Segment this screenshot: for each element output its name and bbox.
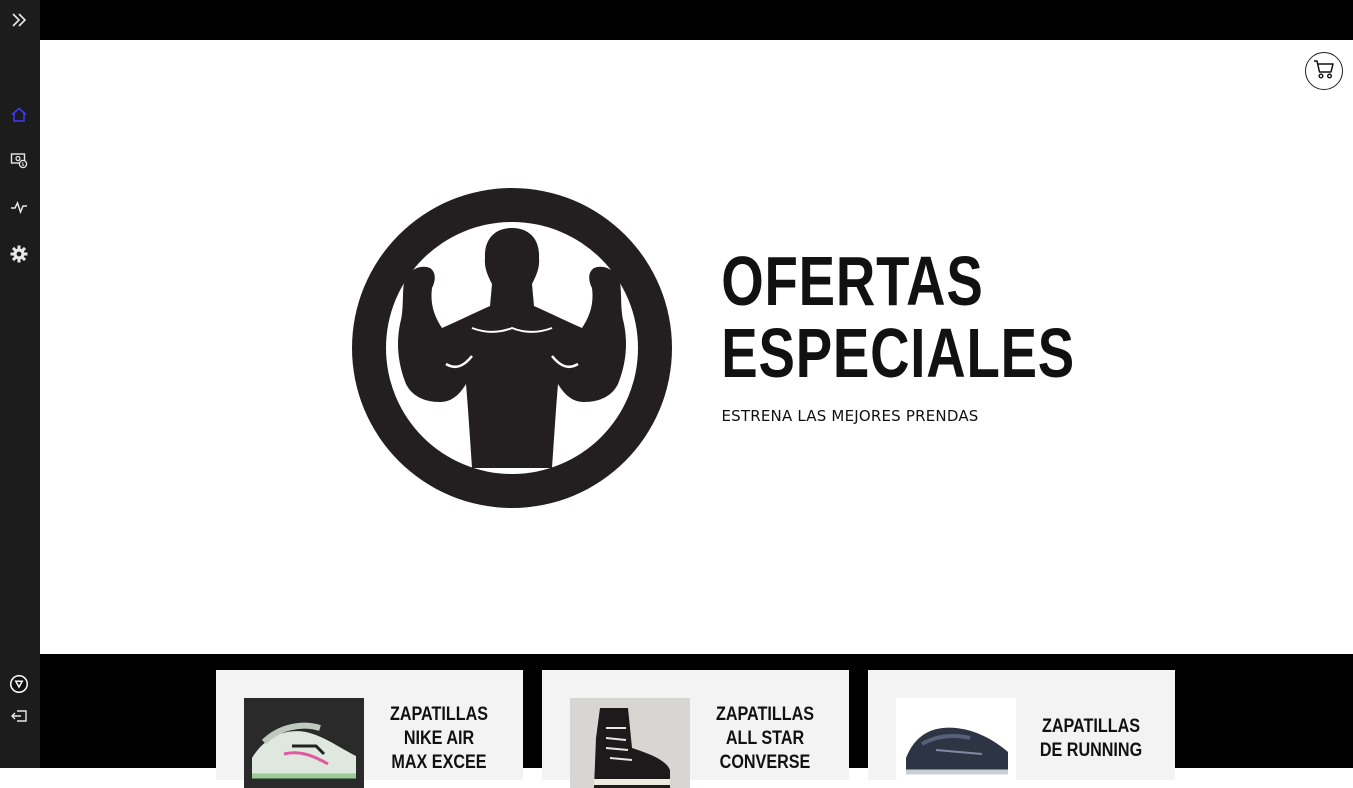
cart-icon [1313,58,1335,85]
cart-button[interactable] [1305,52,1343,90]
home-icon[interactable] [8,104,30,126]
product-image [570,698,690,788]
product-card[interactable]: ZAPATILLAS DE RUNNING [868,670,1175,788]
hero-title-line2: ESPECIALES [721,314,1075,392]
hero-title-line1: OFERTAS [721,242,984,320]
money-icon[interactable]: $ [8,149,30,171]
product-name: ZAPATILLAS NIKE AIR MAX EXCEE [389,704,489,773]
product-card[interactable]: ZAPATILLAS NIKE AIR MAX EXCEE [216,670,523,788]
hero-title: OFERTAS ESPECIALES [685,242,1075,392]
hero-banner: OFERTAS ESPECIALES ESTRENA LAS MEJORES P… [40,40,1353,654]
double-chevron-right-icon[interactable] [8,9,30,31]
product-image [896,698,1016,788]
sidebar: $ [0,0,40,768]
top-bar [40,0,1353,40]
product-image [244,698,364,788]
product-name: ZAPATILLAS ALL STAR CONVERSE [715,704,815,773]
bodybuilder-logo [352,188,672,508]
product-name: ZAPATILLAS DE RUNNING [1039,716,1143,761]
activity-icon[interactable] [8,196,30,218]
products-section: ZAPATILLAS NIKE AIR MAX EXCEE ZAPATILLAS… [40,654,1353,788]
svg-text:$: $ [21,162,24,168]
product-card[interactable]: ZAPATILLAS ALL STAR CONVERSE [542,670,849,788]
logout-icon[interactable] [8,705,30,727]
gear-icon[interactable] [8,243,30,265]
hero-subtitle: ESTRENA LAS MEJORES PRENDAS [721,407,979,425]
brand-v-icon[interactable] [8,673,30,695]
